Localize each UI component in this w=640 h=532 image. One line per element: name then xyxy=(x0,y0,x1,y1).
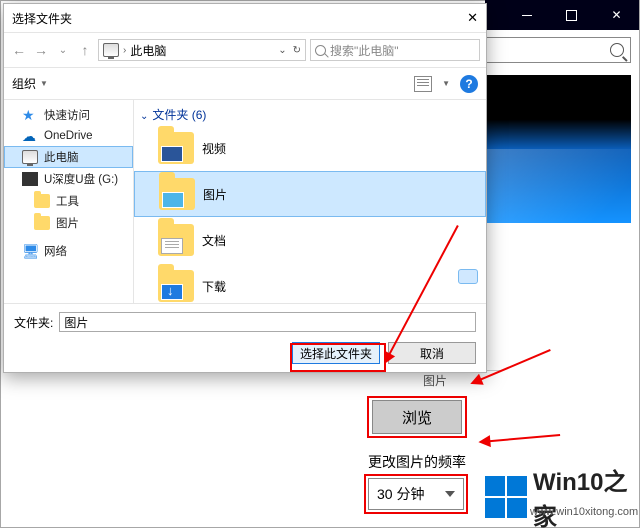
folder-icon xyxy=(34,216,50,230)
address-bar[interactable]: › 此电脑 ⌄ ↻ xyxy=(98,39,306,61)
chevron-down-icon xyxy=(445,491,455,497)
search-placeholder: 搜索"此电脑" xyxy=(330,42,399,59)
search-input[interactable]: 搜索"此电脑" xyxy=(310,39,480,61)
onedrive-icon xyxy=(22,129,38,143)
folder-icon xyxy=(158,270,194,302)
search-icon xyxy=(610,43,624,57)
lock-overlay xyxy=(458,269,478,284)
folder-icon xyxy=(34,194,50,208)
search-icon xyxy=(315,45,326,56)
watermark-url: www.win10xitong.com xyxy=(530,506,638,518)
nav-bar: › 此电脑 ⌄ ↻ 搜索"此电脑" xyxy=(4,32,486,68)
folder-icon xyxy=(159,178,195,210)
wallpaper-preview xyxy=(485,75,631,223)
pc-icon xyxy=(103,43,119,57)
watermark-logo: Win10之家 xyxy=(485,462,640,532)
history-button[interactable] xyxy=(54,41,72,59)
frequency-label: 更改图片的频率 xyxy=(368,452,466,472)
back-button[interactable] xyxy=(10,41,28,59)
view-button[interactable] xyxy=(414,76,432,92)
up-button[interactable] xyxy=(76,41,94,59)
group-header[interactable]: 文件夹 (6) xyxy=(134,104,486,125)
close-button[interactable] xyxy=(594,0,639,30)
organize-menu[interactable]: 组织 xyxy=(12,75,36,92)
frequency-value: 30 分钟 xyxy=(377,484,424,504)
select-folder-button[interactable]: 选择此文件夹 xyxy=(292,342,380,364)
frequency-select[interactable]: 30 分钟 xyxy=(368,478,464,510)
folder-icon xyxy=(158,224,194,256)
network-icon xyxy=(22,244,38,258)
folder-icon xyxy=(158,132,194,164)
dropdown-icon[interactable]: ⌄ xyxy=(278,45,286,56)
dialog-title: 选择文件夹 xyxy=(12,10,72,27)
sidebar-item-tools[interactable]: 工具 xyxy=(4,190,133,212)
maximize-button[interactable] xyxy=(549,0,594,30)
usb-icon xyxy=(22,172,38,186)
settings-titlebar xyxy=(485,0,639,30)
sidebar-item-usb[interactable]: U深度U盘 (G:) xyxy=(4,168,133,190)
sidebar-item-onedrive[interactable]: OneDrive xyxy=(4,126,133,146)
minimize-button[interactable] xyxy=(504,0,549,30)
folder-pictures[interactable]: 图片 xyxy=(134,171,486,217)
file-dialog: 选择文件夹 › 此电脑 ⌄ ↻ 搜索"此电脑" 组织 ▼ ▼ ? 快速访问 xyxy=(3,3,487,373)
settings-search[interactable] xyxy=(485,37,631,63)
cancel-button[interactable]: 取消 xyxy=(388,342,476,364)
pc-icon xyxy=(22,150,38,164)
folder-name-label: 文件夹: xyxy=(14,314,53,331)
folder-videos[interactable]: 视频 xyxy=(134,125,486,171)
forward-button[interactable] xyxy=(32,41,50,59)
chevron-right-icon: › xyxy=(123,45,126,56)
settings-window xyxy=(485,0,639,520)
toolbar: 组织 ▼ ▼ ? xyxy=(4,68,486,100)
folder-name-input[interactable] xyxy=(59,312,476,332)
browse-button[interactable]: 浏览 xyxy=(372,400,462,434)
sidebar-item-pictures[interactable]: 图片 xyxy=(4,212,133,234)
refresh-icon[interactable]: ↻ xyxy=(293,45,301,56)
dialog-footer: 文件夹: 选择此文件夹 取消 xyxy=(4,303,486,372)
close-icon[interactable] xyxy=(467,10,478,26)
watermark-text: Win10之家 xyxy=(533,462,640,532)
star-icon xyxy=(22,108,38,122)
help-button[interactable]: ? xyxy=(460,75,478,93)
sidebar: 快速访问 OneDrive 此电脑 U深度U盘 (G:) 工具 图片 网络 xyxy=(4,100,134,303)
sidebar-item-network[interactable]: 网络 xyxy=(4,240,133,262)
dialog-titlebar: 选择文件夹 xyxy=(4,4,486,32)
sidebar-item-quick-access[interactable]: 快速访问 xyxy=(4,104,133,126)
breadcrumb[interactable]: 此电脑 xyxy=(130,42,166,59)
folder-documents[interactable]: 文档 xyxy=(134,217,486,263)
sidebar-item-this-pc[interactable]: 此电脑 xyxy=(4,146,133,168)
windows-icon xyxy=(485,476,527,518)
